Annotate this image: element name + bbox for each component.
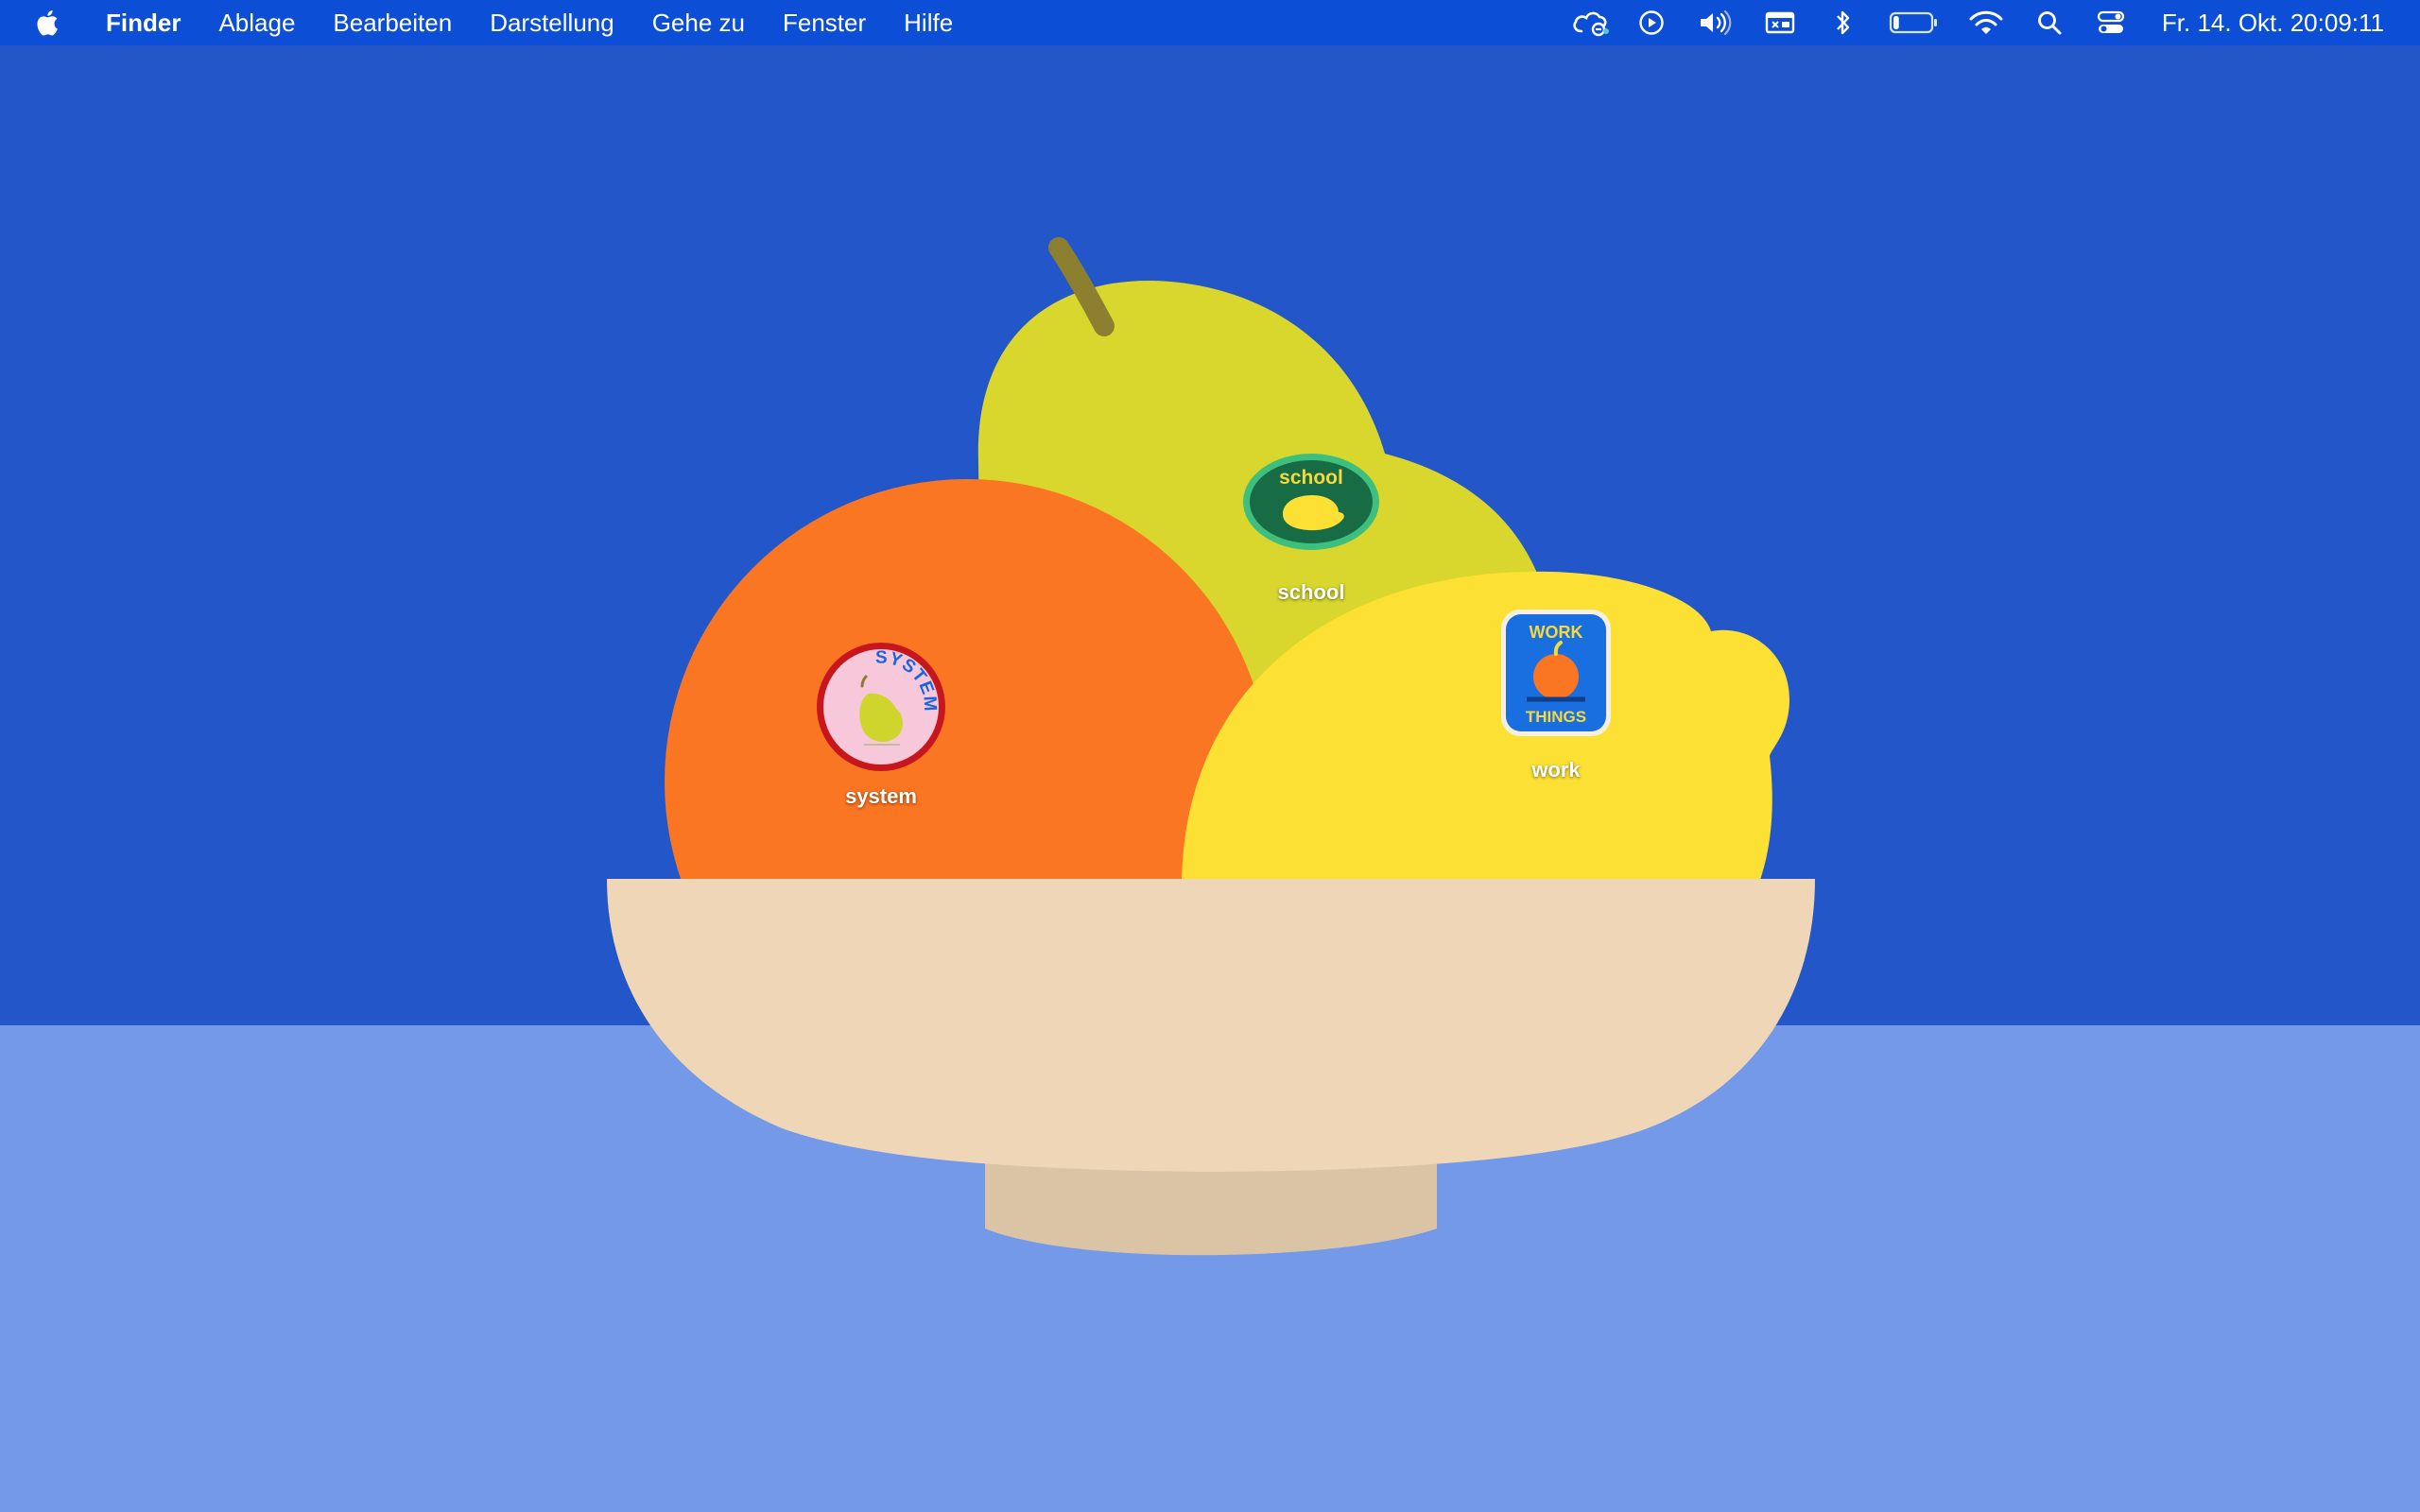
desktop-folder-school[interactable]: school school [1221, 452, 1401, 605]
menubar-clock[interactable]: Fr. 14. Okt. 20:09:11 [2141, 0, 2420, 45]
menu-bar: Finder Ablage Bearbeiten Darstellung Geh… [0, 0, 2420, 45]
system-badge-icon: SYSTEM [817, 643, 945, 771]
work-badge-text-bottom: THINGS [1526, 708, 1586, 726]
wifi-icon[interactable] [1954, 0, 2018, 45]
menu-gehe-zu[interactable]: Gehe zu [633, 0, 764, 45]
desktop-folder-system[interactable]: SYSTEM system [791, 639, 971, 809]
bowl-shape [607, 879, 1815, 1172]
work-badge-icon: WORK THINGS [1501, 610, 1611, 736]
control-center-icon[interactable] [2081, 0, 2141, 45]
school-badge-text: school [1279, 467, 1343, 489]
apple-logo-icon[interactable] [30, 0, 68, 45]
creative-cloud-icon[interactable] [1563, 0, 1619, 45]
volume-icon[interactable] [1684, 0, 1748, 45]
menu-finder[interactable]: Finder [100, 0, 199, 45]
menu-darstellung[interactable]: Darstellung [471, 0, 633, 45]
desktop-folder-label: school [1277, 580, 1345, 604]
menu-fenster[interactable]: Fenster [764, 0, 885, 45]
bluetooth-icon[interactable] [1812, 0, 1875, 45]
search-icon[interactable] [2018, 0, 2081, 45]
screen-mirroring-icon[interactable] [1748, 0, 1812, 45]
desktop-folder-work[interactable]: WORK THINGS work [1466, 609, 1646, 782]
menu-ablage[interactable]: Ablage [199, 0, 314, 45]
desktop-folder-label: system [845, 784, 917, 808]
menu-hilfe[interactable]: Hilfe [885, 0, 972, 45]
school-badge-icon: school [1243, 454, 1379, 550]
battery-icon[interactable] [1875, 0, 1954, 45]
menu-bearbeiten[interactable]: Bearbeiten [314, 0, 471, 45]
play-circle-icon[interactable] [1619, 0, 1684, 45]
work-badge-text-top: WORK [1530, 623, 1583, 642]
fruit-bowl-illustration [607, 237, 1815, 1256]
desktop-folder-label: work [1531, 758, 1581, 782]
